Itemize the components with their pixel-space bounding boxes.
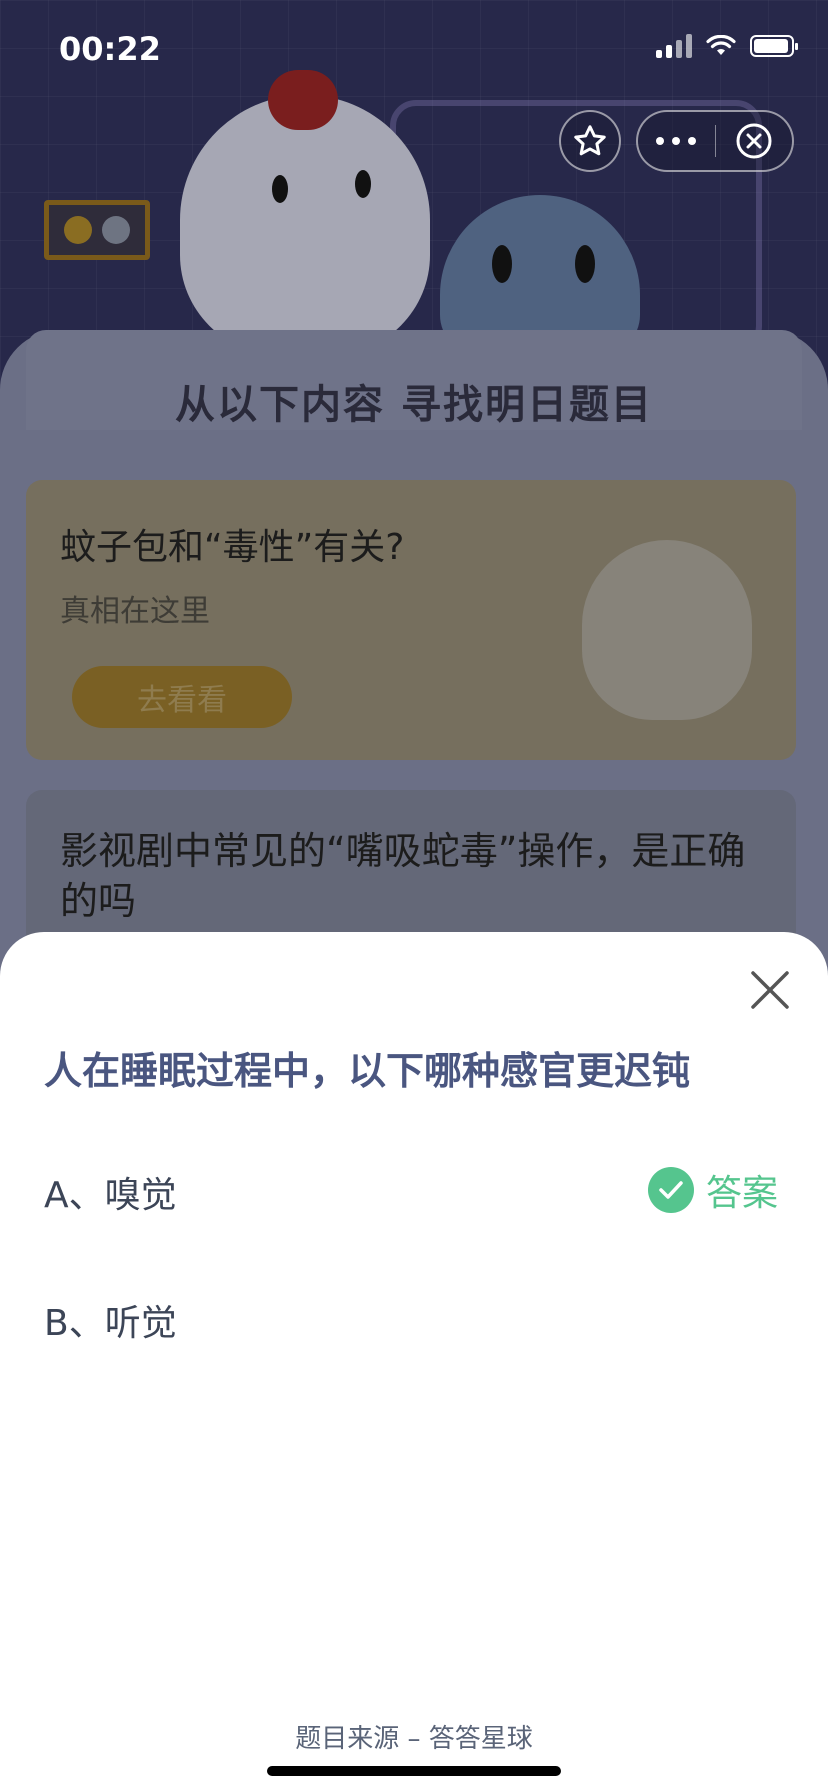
section-heading: 从以下内容 寻找明日题目	[175, 382, 653, 428]
silver-medal-icon	[102, 216, 130, 244]
close-circle-icon	[736, 123, 772, 159]
close-icon[interactable]	[748, 968, 792, 1012]
wifi-icon	[706, 35, 736, 55]
medal-plaque	[44, 200, 150, 260]
exit-button[interactable]	[716, 112, 793, 170]
signal-icon	[656, 34, 692, 58]
chick-mascot	[180, 95, 430, 355]
more-dots-icon	[656, 137, 697, 145]
question-card-title: 影视剧中常见的“嘴吸蛇毒”操作，是正确的吗	[60, 829, 746, 923]
check-circle	[648, 1167, 694, 1213]
favorite-button[interactable]	[559, 110, 621, 172]
more-button[interactable]	[638, 112, 715, 170]
chick-comb	[268, 70, 338, 130]
star-icon	[574, 125, 606, 156]
thinking-chick-illustration	[582, 540, 752, 720]
go-see-button[interactable]: 去看看	[72, 666, 292, 728]
status-time: 00:22	[59, 30, 161, 68]
check-icon	[659, 1181, 683, 1199]
gold-medal-icon	[64, 216, 92, 244]
article-card-title: 蚊子包和“毒性”有关?	[60, 527, 405, 568]
article-card-subtitle: 真相在这里	[60, 594, 210, 629]
answer-label: 答案	[706, 1173, 779, 1214]
source-footer: 题目来源 – 答答星球	[295, 1724, 533, 1754]
quiz-question: 人在睡眠过程中，以下哪种感官更迟钝	[44, 1049, 691, 1093]
option-a: A、嗅觉	[44, 1175, 177, 1216]
mini-program-capsule	[636, 110, 794, 172]
answer-indicator: 答案	[648, 1164, 778, 1216]
home-indicator[interactable]	[267, 1766, 561, 1776]
battery-icon	[750, 35, 798, 57]
status-icons	[656, 34, 798, 58]
option-b: B、听觉	[44, 1303, 177, 1344]
